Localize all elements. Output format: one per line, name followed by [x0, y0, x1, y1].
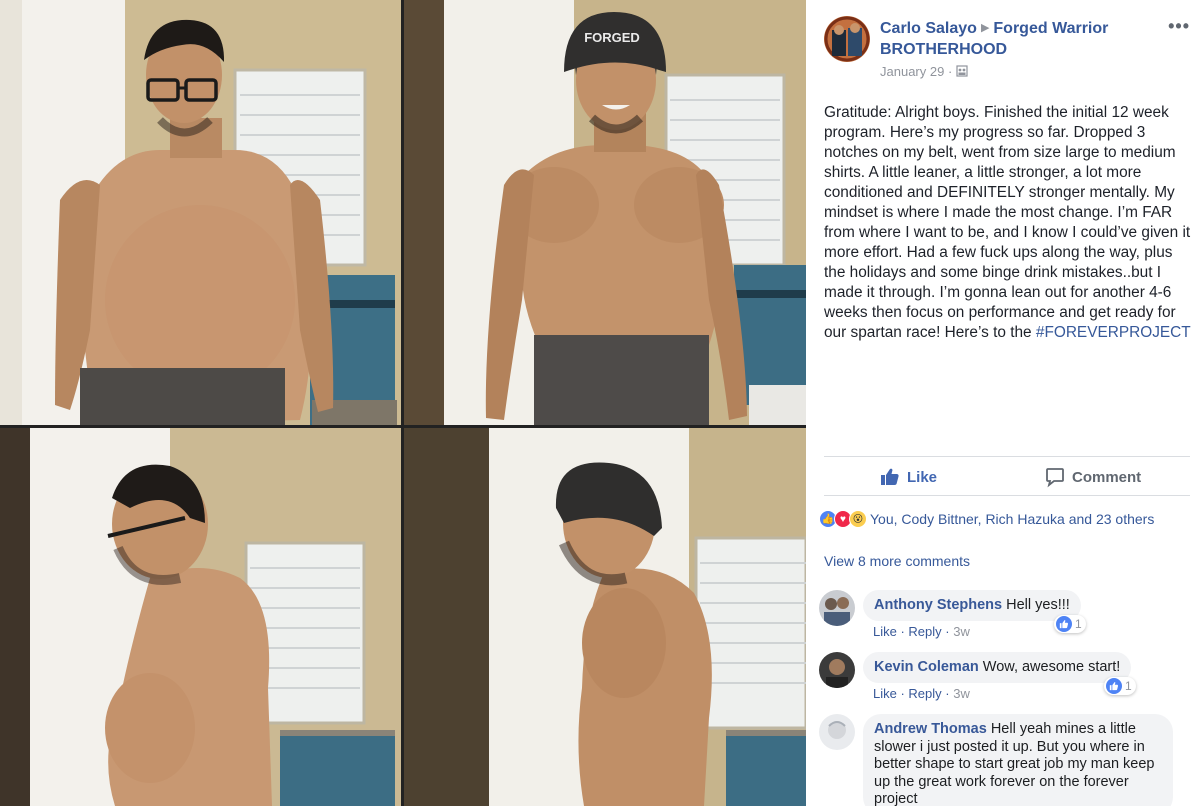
comment-like-link[interactable]: Like: [873, 624, 897, 639]
comment-reply-link[interactable]: Reply: [908, 624, 941, 639]
thumbs-up-icon: [1106, 678, 1122, 694]
post-panel: Carlo Salayo ▶ Forged Warrior BROTHERHOOD …: [806, 0, 1200, 806]
comment-actions: Like · Reply · 3w: [873, 624, 970, 639]
beanie-text: FORGED: [584, 30, 640, 45]
comment-button[interactable]: Comment: [1044, 466, 1141, 488]
comment-bubble: Anthony Stephens Hell yes!!!: [863, 590, 1081, 621]
comment-likes-badge[interactable]: 1: [1104, 677, 1136, 695]
commenter-avatar[interactable]: [819, 652, 855, 688]
reactions-summary[interactable]: 👍 ♥ 😮 You, Cody Bittner, Rich Hazuka and…: [819, 510, 1154, 528]
more-options-icon[interactable]: •••: [1168, 16, 1190, 37]
action-bar: Like Comment: [824, 456, 1190, 496]
author-name[interactable]: Carlo Salayo: [880, 20, 977, 37]
comment-time[interactable]: 3w: [953, 624, 970, 639]
photo-after-side[interactable]: [404, 428, 806, 806]
commenter-name[interactable]: Kevin Coleman: [874, 659, 979, 675]
comment-likes-badge[interactable]: 1: [1054, 615, 1086, 633]
commenter-avatar[interactable]: [819, 714, 855, 750]
commenter-avatar[interactable]: [819, 590, 855, 626]
hashtag-link[interactable]: #FOREVERPROJECT: [1036, 324, 1191, 341]
comment-likes-count: 1: [1075, 617, 1082, 631]
comment-bubble: Kevin Coleman Wow, awesome start!: [863, 652, 1132, 683]
photo-after-front[interactable]: FORGED: [404, 0, 806, 425]
like-label: Like: [907, 468, 938, 486]
comment-label: Comment: [1072, 468, 1142, 486]
wow-reaction-icon: 😮: [849, 510, 867, 528]
view-more-comments-link[interactable]: View 8 more comments: [824, 553, 970, 569]
comment-time[interactable]: 3w: [953, 686, 970, 701]
comment-likes-count: 1: [1125, 679, 1132, 693]
post-text: Gratitude: Alright boys. Finished the in…: [824, 103, 1194, 343]
comment-reply-link[interactable]: Reply: [908, 686, 941, 701]
meta-separator: ·: [947, 64, 953, 79]
post-date[interactable]: January 29: [880, 64, 944, 79]
arrow-right-icon: ▶: [980, 22, 990, 34]
author-avatar[interactable]: [824, 16, 870, 62]
photo-before-front[interactable]: [0, 0, 401, 425]
thumbs-up-icon: [1056, 616, 1072, 632]
photo-before-side[interactable]: [0, 428, 401, 806]
comment-like-link[interactable]: Like: [873, 686, 897, 701]
reactions-text: You, Cody Bittner, Rich Hazuka and 23 ot…: [870, 511, 1155, 527]
commenter-name[interactable]: Anthony Stephens: [874, 597, 1002, 613]
progress-photos[interactable]: FORGED: [0, 0, 806, 806]
group-privacy-icon: [956, 65, 968, 77]
comment-text: Hell yes!!!: [1006, 597, 1070, 613]
post-meta: January 29 ·: [880, 64, 968, 79]
reaction-icons: 👍 ♥ 😮: [819, 510, 867, 528]
like-button[interactable]: Like: [879, 466, 937, 488]
comment-bubble: Andrew Thomas Hell yeah mines a little s…: [863, 714, 1173, 806]
comment-text: Wow, awesome start!: [982, 659, 1121, 675]
commenter-name[interactable]: Andrew Thomas: [874, 721, 987, 737]
post-body: Gratitude: Alright boys. Finished the in…: [824, 104, 1191, 341]
thumbs-up-icon: [881, 468, 899, 485]
author-line: Carlo Salayo ▶ Forged Warrior BROTHERHOOD: [880, 18, 1160, 60]
comment-actions: Like · Reply · 3w: [873, 686, 970, 701]
comment-bubble-icon: [1046, 468, 1064, 488]
